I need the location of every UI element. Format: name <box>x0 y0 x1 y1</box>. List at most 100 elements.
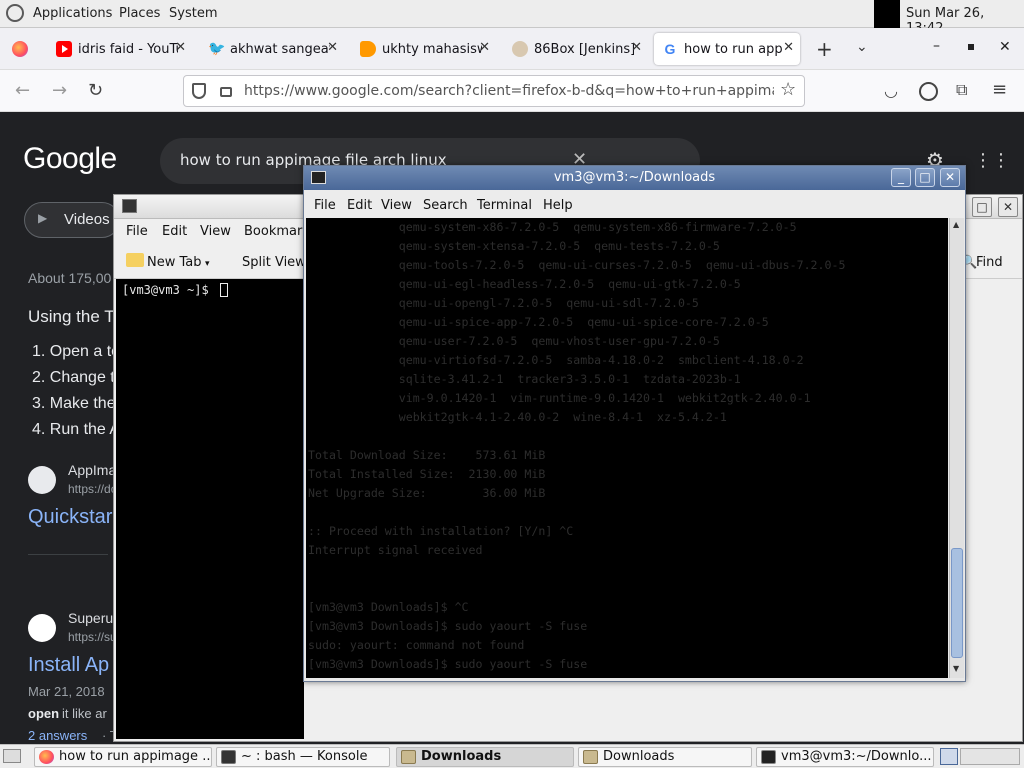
terminal-line: [vm3@vm3 Downloads]$ ^C <box>308 600 469 614</box>
new-tab-icon[interactable]: + <box>816 37 833 61</box>
reload-icon[interactable]: ↻ <box>88 80 103 101</box>
terminal-line: qemu-user-7.2.0-5 qemu-vhost-user-gpu-7.… <box>308 334 720 348</box>
url-text[interactable]: https://www.google.com/search?client=fir… <box>244 83 774 99</box>
close-icon[interactable]: ✕ <box>783 40 794 55</box>
terminal-line: webkit2gtk-4.1-2.40.0-2 wine-8.4-1 xz-5.… <box>308 410 727 424</box>
maximize-icon[interactable]: □ <box>972 197 992 217</box>
close-icon[interactable]: ✕ <box>940 168 960 187</box>
menu-edit[interactable]: Edit <box>162 224 187 239</box>
system-menu[interactable]: System <box>169 6 217 21</box>
konsole-terminal-area[interactable]: [vm3@vm3 ~]$ <box>116 279 304 739</box>
places-menu[interactable]: Places <box>119 6 160 21</box>
terminal-line: Total Download Size: 573.61 MiB <box>308 448 546 462</box>
menu-view[interactable]: View <box>200 224 231 239</box>
superuser-site-icon <box>28 614 56 642</box>
close-icon[interactable]: ✕ <box>327 40 338 55</box>
extensions-icon[interactable]: ⧉ <box>956 80 967 100</box>
snippet-text: it like ar <box>62 706 107 721</box>
terminal-line: :: Proceed with installation? [Y/n] ^C <box>308 524 574 538</box>
lock-icon[interactable] <box>220 87 232 97</box>
close-window-icon[interactable]: ✕ <box>999 39 1011 55</box>
hamburger-menu-icon[interactable]: ≡ <box>992 79 1007 100</box>
tab-twitter[interactable]: 🐦 akhwat sangeat ✕ <box>200 33 344 65</box>
scroll-down-icon[interactable]: ▼ <box>953 664 959 673</box>
apps-grid-icon[interactable]: ⋮⋮ <box>974 150 1010 171</box>
videos-tab[interactable]: Videos <box>64 211 110 228</box>
scroll-up-icon[interactable]: ▲ <box>953 220 959 229</box>
task-terminal[interactable]: vm3@vm3:~/Downlo... <box>756 747 934 767</box>
new-tab-button[interactable]: New Tab <box>147 255 202 270</box>
forward-icon[interactable]: → <box>52 80 67 101</box>
menu-search[interactable]: Search <box>423 198 468 213</box>
maximize-icon[interactable] <box>968 44 974 50</box>
browser-tab-strip: idris faid - YouTu ✕ 🐦 akhwat sangeat ✕ … <box>0 28 1024 70</box>
gnome-foot-icon[interactable] <box>6 4 24 22</box>
results-count: About 175,00 <box>28 270 112 286</box>
task-downloads[interactable]: Downloads <box>578 747 752 767</box>
jenkins-icon <box>512 41 528 57</box>
tab-jenkins[interactable]: 86Box [Jenkins] ✕ <box>504 33 648 65</box>
pocket-icon[interactable]: ◡ <box>884 81 898 100</box>
maximize-icon[interactable]: □ <box>915 168 935 187</box>
tab-google-active[interactable]: G how to run app ✕ <box>654 33 800 65</box>
tab-list-chevron-icon[interactable]: ⌄ <box>856 39 868 55</box>
account-icon[interactable] <box>919 82 938 101</box>
konsole-icon <box>122 199 137 213</box>
top-panel: Applications Places System Sun Mar 26, 1… <box>0 0 1024 36</box>
firefox-view-icon[interactable] <box>12 41 28 57</box>
menu-bookmarks[interactable]: Bookmarl <box>244 224 306 239</box>
menu-terminal[interactable]: Terminal <box>477 198 532 213</box>
menu-file[interactable]: File <box>126 224 148 239</box>
terminal-line: Net Upgrade Size: 36.00 MiB <box>308 486 546 500</box>
terminal-line: sqlite-3.41.2-1 tracker3-3.5.0-1 tzdata-… <box>308 372 741 386</box>
menu-help[interactable]: Help <box>543 198 573 213</box>
folder-icon <box>583 750 598 764</box>
back-icon[interactable]: ← <box>15 80 30 101</box>
menu-file[interactable]: File <box>314 198 336 213</box>
result-title-link[interactable]: Install Ap <box>28 654 109 677</box>
bookmark-star-icon[interactable]: ☆ <box>780 79 796 100</box>
result-title-link[interactable]: Quickstar <box>28 506 112 529</box>
minimize-icon[interactable]: – <box>933 38 940 54</box>
terminal-line: sudo: yaourt: command not found <box>308 638 525 652</box>
terminal-line: qemu-system-xtensa-7.2.0-5 qemu-tests-7.… <box>308 239 720 253</box>
task-downloads-active[interactable]: Downloads <box>396 747 574 767</box>
result-url[interactable]: https://do <box>68 482 117 496</box>
split-view-button[interactable]: Split View <box>242 255 306 270</box>
close-icon[interactable]: ✕ <box>631 40 642 55</box>
terminal-menubar: File Edit View Search Terminal Help <box>304 190 965 218</box>
close-icon[interactable]: ✕ <box>998 197 1018 217</box>
tab-ukhty[interactable]: ukhty mahasisw ✕ <box>352 33 496 65</box>
terminal-scrollbar[interactable]: ▲ ▼ <box>949 218 964 678</box>
close-icon[interactable]: ✕ <box>175 40 186 55</box>
konsole-icon <box>221 750 236 764</box>
show-desktop-icon[interactable] <box>3 749 21 763</box>
applications-menu[interactable]: Applications <box>33 6 112 21</box>
menu-view[interactable]: View <box>381 198 412 213</box>
task-firefox[interactable]: how to run appimage ... <box>34 747 212 767</box>
close-icon[interactable]: ✕ <box>479 40 490 55</box>
workspace-switcher-icon[interactable] <box>960 748 1020 765</box>
terminal-icon <box>761 750 776 764</box>
result-divider <box>28 554 108 555</box>
panel-black-block <box>874 0 900 28</box>
dropdown-arrow-icon[interactable]: ▾ <box>205 259 210 269</box>
google-logo[interactable]: Google <box>23 142 117 176</box>
url-bar[interactable]: https://www.google.com/search?client=fir… <box>183 75 805 107</box>
find-button[interactable]: Find <box>976 255 1003 270</box>
workspace-switcher-icon[interactable] <box>940 748 958 765</box>
terminal-titlebar[interactable]: vm3@vm3:~/Downloads _ □ ✕ <box>304 166 965 190</box>
terminal-window: vm3@vm3:~/Downloads _ □ ✕ File Edit View… <box>303 165 966 682</box>
menu-edit[interactable]: Edit <box>347 198 372 213</box>
terminal-line: qemu-virtiofsd-7.2.0-5 samba-4.18.0-2 sm… <box>308 353 804 367</box>
tab-youtube[interactable]: idris faid - YouTu ✕ <box>48 33 192 65</box>
answers-link[interactable]: 2 answers <box>28 728 87 743</box>
result-url[interactable]: https://su <box>68 630 117 644</box>
terminal-screen[interactable]: qemu-system-x86-7.2.0-5 qemu-system-x86-… <box>306 218 948 678</box>
shield-icon[interactable] <box>192 83 206 99</box>
snippet-bold-text: open <box>28 706 60 721</box>
minimize-icon[interactable]: _ <box>891 168 911 187</box>
task-konsole[interactable]: ~ : bash — Konsole <box>216 747 390 767</box>
new-tab-icon[interactable] <box>126 253 144 267</box>
scrollbar-thumb[interactable] <box>951 548 963 658</box>
